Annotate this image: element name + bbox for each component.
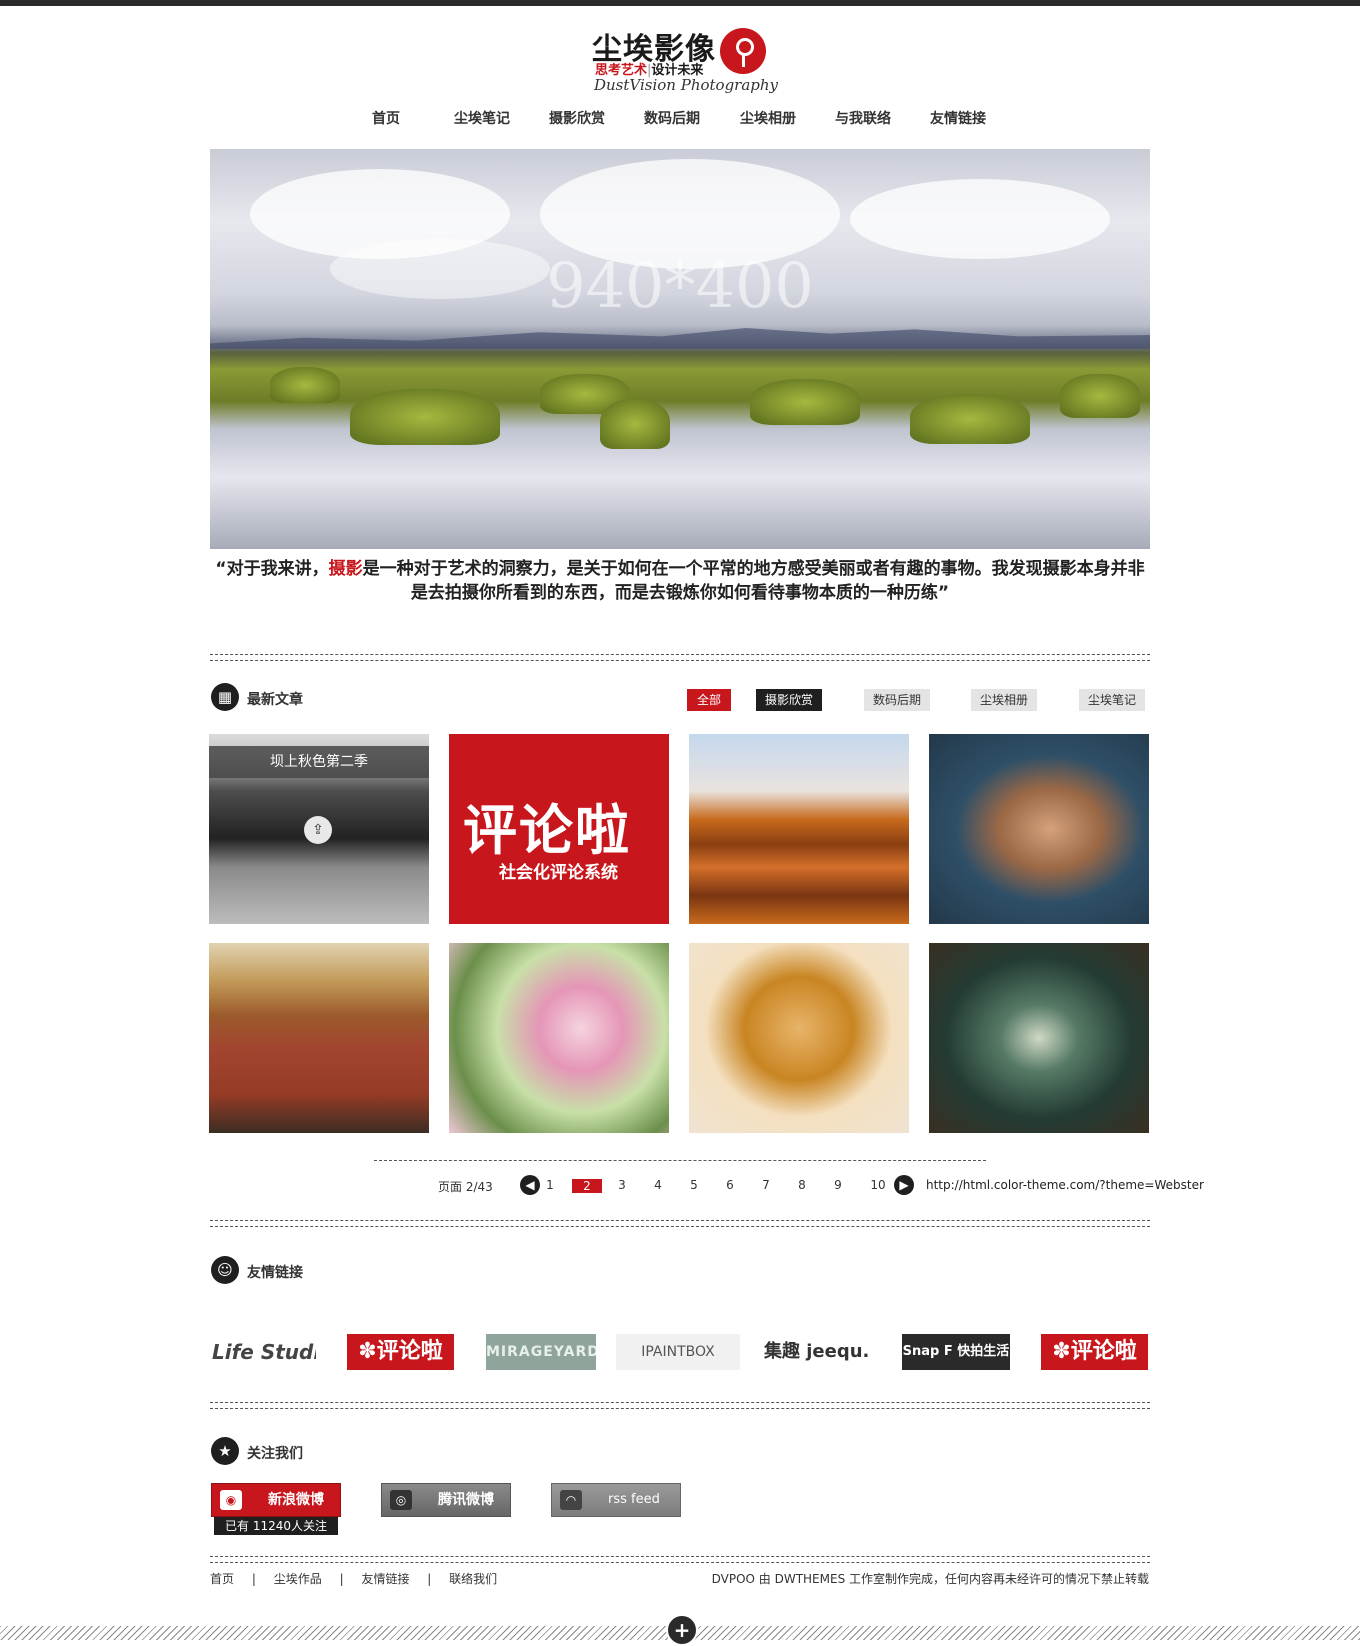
banner-mountains: [210, 328, 1150, 349]
pinglunla-logo-text: 评论啦: [463, 799, 631, 862]
nav-item-links[interactable]: 友情链接: [930, 108, 986, 128]
post-tile[interactable]: [929, 943, 1149, 1133]
banner-grass: [350, 389, 500, 445]
pinglunla-subtitle: 社会化评论系统: [499, 863, 618, 883]
post-tile[interactable]: 评论啦 社会化评论系统: [449, 734, 669, 924]
rss-label: rss feed: [608, 1492, 660, 1507]
footer-separator: |: [251, 1572, 256, 1586]
hero-banner[interactable]: 940*400: [210, 149, 1150, 549]
logo-name-en: DustVision Photography: [594, 76, 779, 94]
weibo-button[interactable]: ◉ 新浪微博: [211, 1483, 341, 1517]
nav-item-photography[interactable]: 摄影欣赏: [549, 108, 605, 128]
share-icon[interactable]: ⇪: [304, 816, 332, 844]
quote-highlight: 摄影: [328, 559, 363, 579]
post-caption: 坝上秋色第二季: [209, 746, 429, 778]
page-link[interactable]: 8: [792, 1178, 812, 1192]
latest-title: 最新文章: [247, 692, 303, 708]
banner-grass: [910, 394, 1030, 444]
partner-logo-mirageyard[interactable]: MIRAGEYARD: [486, 1334, 596, 1370]
tencent-weibo-button[interactable]: ◎ 腾讯微博: [381, 1483, 511, 1517]
partner-logo-life-studio[interactable]: Life Studio: [212, 1334, 316, 1370]
banner-grass: [600, 399, 670, 449]
banner-grass: [270, 367, 340, 403]
page-link[interactable]: 7: [756, 1178, 776, 1192]
weibo-label: 新浪微博: [268, 1492, 324, 1508]
post-tile[interactable]: [689, 943, 909, 1133]
quote-part2: 是一种对于艺术的洞察力，是关于如何在一个平常的地方感受美丽或者有趣的事物。我发现…: [362, 559, 1145, 603]
arrow-right-icon[interactable]: ▶: [894, 1175, 914, 1195]
banner-cloud: [850, 179, 1110, 259]
partner-logo-jeequ[interactable]: 集趣 jeequ.com: [764, 1334, 870, 1370]
post-tile[interactable]: [209, 943, 429, 1133]
footer-link-contact[interactable]: 联络我们: [449, 1570, 497, 1587]
nav-item-albums[interactable]: 尘埃相册: [740, 108, 796, 128]
post-tile[interactable]: [689, 734, 909, 924]
nav-item-contact[interactable]: 与我联络: [835, 108, 891, 128]
nav-item-notes[interactable]: 尘埃笔记: [454, 108, 510, 128]
footer-separator: |: [339, 1572, 344, 1586]
filter-notes[interactable]: 尘埃笔记: [1079, 689, 1145, 711]
partner-logo-ipaintbox[interactable]: IPAINTBOX: [616, 1334, 740, 1370]
post-tile[interactable]: [929, 734, 1149, 924]
footer-nav: 首页 | 尘埃作品 | 友情链接 | 联络我们: [210, 1570, 497, 1587]
page-link[interactable]: 10: [868, 1178, 888, 1192]
follow-title: 关注我们: [247, 1446, 303, 1462]
weibo-icon: ◉: [220, 1490, 242, 1510]
page-current[interactable]: 2: [572, 1179, 602, 1193]
page-link[interactable]: 4: [648, 1178, 668, 1192]
page-link[interactable]: 1: [540, 1178, 560, 1192]
partner-logo-snapf[interactable]: Snap F 快拍生活: [902, 1334, 1010, 1370]
pager-label: 页面: [438, 1180, 463, 1194]
partner-logo-pinglunla[interactable]: ✽评论啦: [347, 1334, 454, 1370]
pager-position: 2/43: [465, 1180, 493, 1194]
page-link[interactable]: 9: [828, 1178, 848, 1192]
quote-part1: “对于我来讲，: [215, 559, 329, 579]
page-link[interactable]: 5: [684, 1178, 704, 1192]
partner-logo-pinglunla[interactable]: ✽评论啦: [1041, 1334, 1148, 1370]
divider: [210, 1402, 1150, 1409]
divider: [210, 654, 1150, 661]
rss-icon: ◠: [560, 1490, 582, 1510]
intro-quote: “对于我来讲，摄影是一种对于艺术的洞察力，是关于如何在一个平常的地方感受美丽或者…: [210, 557, 1150, 605]
site-logo[interactable]: 尘埃影像 思考艺术|设计未来 DustVision Photography: [592, 22, 782, 96]
filter-albums[interactable]: 尘埃相册: [971, 689, 1037, 711]
divider: [210, 1220, 1150, 1227]
filter-photography[interactable]: 摄影欣赏: [756, 689, 822, 711]
tencent-weibo-label: 腾讯微博: [438, 1492, 494, 1508]
links-title: 友情链接: [247, 1265, 303, 1281]
footer-separator: |: [427, 1572, 432, 1586]
divider: [210, 1556, 1150, 1563]
pager-info: 页面 2/43: [438, 1178, 493, 1195]
star-icon: ★: [211, 1437, 239, 1465]
tencent-weibo-icon: ◎: [390, 1490, 412, 1510]
nav-item-post-processing[interactable]: 数码后期: [644, 108, 700, 128]
nav-item-home[interactable]: 首页: [372, 108, 400, 128]
footer-link-links[interactable]: 友情链接: [361, 1570, 409, 1587]
rss-button[interactable]: ◠ rss feed: [551, 1483, 681, 1517]
filter-post-processing[interactable]: 数码后期: [864, 689, 930, 711]
banner-size-text: 940*400: [546, 249, 814, 322]
post-tile[interactable]: 坝上秋色第二季 ⇪: [209, 734, 429, 924]
plus-icon[interactable]: +: [666, 1614, 698, 1646]
banner-grass: [750, 379, 860, 425]
page-link[interactable]: 6: [720, 1178, 740, 1192]
footer-link-home[interactable]: 首页: [210, 1570, 234, 1587]
banner-grass: [1060, 374, 1140, 418]
footer-link-works[interactable]: 尘埃作品: [274, 1570, 322, 1587]
post-tile[interactable]: [449, 943, 669, 1133]
arrow-left-icon[interactable]: ◀: [520, 1175, 540, 1195]
top-bar: [0, 0, 1360, 6]
grid-icon: ▦: [211, 683, 239, 711]
filter-all[interactable]: 全部: [687, 689, 731, 711]
smiley-icon: ☺: [211, 1256, 239, 1284]
follow-count: 已有 11240人关注: [214, 1517, 338, 1535]
pager-url[interactable]: http://html.color-theme.com/?theme=Webst…: [926, 1178, 1204, 1192]
footer-copyright: DVPOO 由 DWTHEMES 工作室制作完成，任何内容再未经许可的情况下禁止…: [711, 1572, 1149, 1586]
camera-tripod-icon: [720, 28, 766, 74]
page-link[interactable]: 3: [612, 1178, 632, 1192]
pager-divider: [374, 1160, 986, 1161]
